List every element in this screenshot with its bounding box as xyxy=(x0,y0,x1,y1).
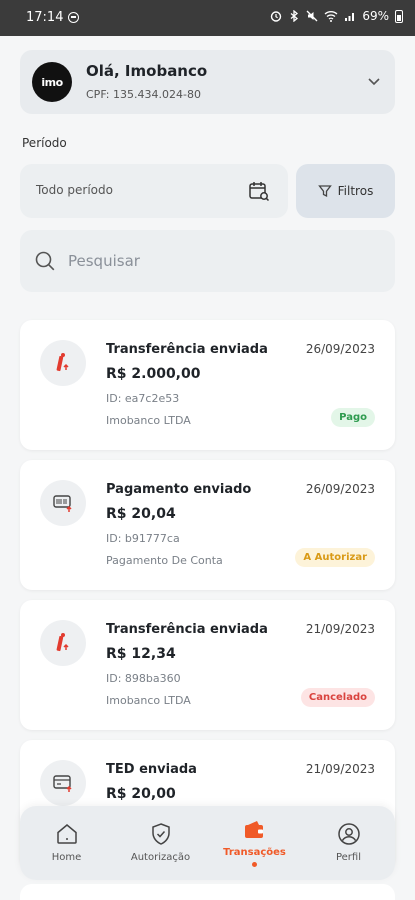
battery-icon xyxy=(395,9,403,23)
cpf-text: CPF: 135.434.024-80 xyxy=(86,88,201,101)
transaction-id: ID: b91777ca xyxy=(106,532,180,545)
status-badge: Pago xyxy=(331,408,375,427)
transaction-date: 21/09/2023 xyxy=(305,762,375,776)
wallet-icon xyxy=(245,821,263,838)
nav-transacoes[interactable]: Transações xyxy=(208,806,301,880)
transaction-title: TED enviada xyxy=(106,762,197,777)
status-badge: Cancelado xyxy=(300,688,375,707)
status-time: 17:14 xyxy=(26,10,64,25)
nav-autorizacao-label: Autorização xyxy=(130,852,191,863)
user-icon xyxy=(338,823,360,845)
search-bar[interactable] xyxy=(20,230,395,292)
status-badge: A Autorizar xyxy=(295,548,375,567)
nav-transacoes-label: Transações xyxy=(223,847,286,858)
transaction-card[interactable]: Pagamento enviado 26/09/2023 R$ 20,04 ID… xyxy=(20,460,395,590)
transaction-amount: R$ 20,04 xyxy=(106,506,176,522)
imobanco-transfer-icon xyxy=(40,620,86,666)
next-card-peek xyxy=(20,884,395,900)
transaction-title: Transferência enviada xyxy=(106,622,268,637)
shield-check-icon xyxy=(152,823,170,845)
greeting: Olá, Imobanco xyxy=(86,62,208,80)
transaction-card[interactable]: Transferência enviada 21/09/2023 R$ 12,3… xyxy=(20,600,395,730)
search-input[interactable] xyxy=(68,244,378,278)
transaction-amount: R$ 20,00 xyxy=(106,786,176,802)
transaction-amount: R$ 2.000,00 xyxy=(106,366,201,382)
nav-perfil[interactable]: Perfil xyxy=(302,806,395,880)
transaction-id: ID: 898ba360 xyxy=(106,672,181,685)
home-icon xyxy=(57,824,77,844)
do-not-disturb-icon xyxy=(68,12,79,23)
active-indicator-dot xyxy=(252,862,257,867)
imobanco-transfer-icon xyxy=(40,340,86,386)
transaction-date: 26/09/2023 xyxy=(305,342,375,356)
status-bar: 17:14 69% xyxy=(0,0,415,36)
alarm-icon xyxy=(271,11,282,22)
nav-home-label: Home xyxy=(51,852,82,863)
avatar: imo xyxy=(32,62,72,102)
transaction-title: Pagamento enviado xyxy=(106,482,252,497)
transaction-title: Transferência enviada xyxy=(106,342,268,357)
signal-icon xyxy=(345,13,355,21)
nav-autorizacao[interactable]: Autorização xyxy=(114,806,207,880)
wifi-icon xyxy=(324,11,338,22)
calendar-search-icon[interactable] xyxy=(248,180,270,202)
nav-home[interactable]: Home xyxy=(20,806,113,880)
search-icon xyxy=(35,251,55,271)
filter-icon xyxy=(317,185,332,198)
chevron-down-icon[interactable] xyxy=(367,74,381,88)
bottom-navigation: Home Autorização Transações Perfil xyxy=(20,806,395,880)
card-transfer-icon xyxy=(40,760,86,806)
periodo-label: Período xyxy=(22,136,67,150)
battery-percent: 69% xyxy=(362,9,389,23)
bluetooth-icon xyxy=(290,10,299,22)
barcode-payment-icon xyxy=(40,480,86,526)
transaction-amount: R$ 12,34 xyxy=(106,646,176,662)
filters-label: Filtros xyxy=(337,184,374,198)
transaction-date: 26/09/2023 xyxy=(305,482,375,496)
transaction-party: Pagamento De Conta xyxy=(106,554,223,567)
transaction-date: 21/09/2023 xyxy=(305,622,375,636)
account-selector[interactable]: imo Olá, Imobanco CPF: 135.434.024-80 xyxy=(20,50,395,114)
transaction-party: Imobanco LTDA xyxy=(106,414,191,427)
period-value: Todo período xyxy=(36,183,113,197)
status-icons: 69% xyxy=(270,9,403,23)
transaction-id: ID: ea7c2e53 xyxy=(106,392,180,405)
nav-perfil-label: Perfil xyxy=(335,852,361,863)
mute-icon xyxy=(306,10,318,22)
transaction-card[interactable]: Transferência enviada 26/09/2023 R$ 2.00… xyxy=(20,320,395,450)
transaction-party: Imobanco LTDA xyxy=(106,694,191,707)
filters-button[interactable]: Filtros xyxy=(296,164,395,218)
period-select[interactable]: Todo período xyxy=(20,164,288,218)
